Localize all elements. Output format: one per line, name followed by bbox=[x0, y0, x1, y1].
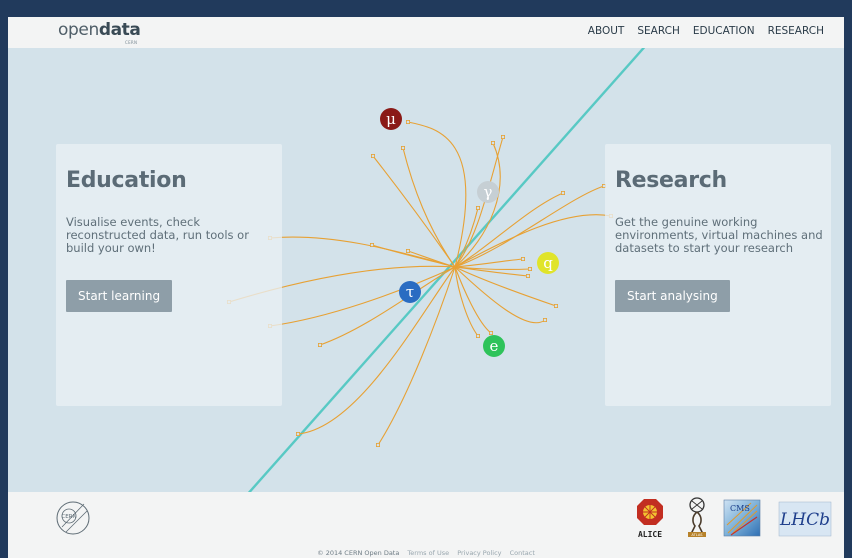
particle-track bbox=[269, 266, 456, 327]
opendata-logo[interactable]: opendata bbox=[58, 20, 141, 40]
top-navigation-bar: opendata CERN ABOUT SEARCH EDUCATION RES… bbox=[8, 17, 844, 48]
particle-marker: γ bbox=[477, 181, 499, 203]
cern-logo-label: CERN bbox=[61, 514, 76, 520]
research-title: Research bbox=[615, 168, 727, 193]
education-description: Visualise events, check reconstructed da… bbox=[66, 215, 249, 255]
cern-logo[interactable]: CERN bbox=[54, 499, 92, 537]
track-endpoint bbox=[561, 190, 566, 195]
logo-light-text: open bbox=[58, 20, 99, 40]
track-endpoint bbox=[405, 120, 410, 125]
alice-logo[interactable]: ALICE bbox=[635, 497, 665, 543]
particle-symbol: μ bbox=[386, 110, 396, 128]
nav-about[interactable]: ABOUT bbox=[588, 25, 625, 37]
footer-copyright-line: © 2014 CERN Open Data Terms of Use Priva… bbox=[8, 549, 844, 557]
particle-marker: e bbox=[483, 335, 505, 357]
particle-symbol: γ bbox=[484, 183, 493, 201]
track-endpoint bbox=[317, 342, 322, 347]
copyright-text: © 2014 CERN Open Data bbox=[317, 549, 400, 557]
research-description: Get the genuine working environments, vi… bbox=[615, 215, 823, 255]
particle-symbol: τ bbox=[406, 283, 414, 301]
track-endpoint bbox=[521, 256, 526, 261]
alice-label: ALICE bbox=[638, 530, 662, 539]
cms-logo[interactable]: CMS bbox=[723, 499, 761, 537]
logo-subtitle: CERN bbox=[125, 40, 138, 45]
track-endpoint bbox=[526, 273, 531, 278]
track-endpoint bbox=[554, 303, 559, 308]
research-panel: Research Get the genuine working environ… bbox=[605, 144, 831, 406]
track-endpoint bbox=[490, 141, 495, 146]
particle-track bbox=[454, 266, 492, 334]
particle-track bbox=[407, 121, 467, 268]
particle-track bbox=[319, 266, 456, 346]
track-endpoint bbox=[475, 205, 480, 210]
particle-track bbox=[454, 266, 546, 324]
track-endpoint bbox=[400, 146, 405, 151]
track-endpoint bbox=[370, 154, 375, 159]
particle-track bbox=[454, 266, 557, 307]
lhcb-logo[interactable]: LHCb bbox=[778, 501, 832, 537]
terms-of-use-link[interactable]: Terms of Use bbox=[407, 549, 449, 557]
particle-symbol: e bbox=[490, 337, 499, 355]
track-endpoint bbox=[405, 248, 410, 253]
nav-research[interactable]: RESEARCH bbox=[768, 25, 824, 37]
hero-section: μ γ q τ e Education Visualise events, check … bbox=[8, 48, 844, 492]
track-endpoint bbox=[500, 135, 505, 140]
page-frame: opendata CERN ABOUT SEARCH EDUCATION RES… bbox=[8, 17, 844, 558]
start-learning-button[interactable]: Start learning bbox=[66, 280, 173, 312]
start-analysing-button[interactable]: Start analysing bbox=[615, 280, 730, 312]
education-panel: Education Visualise events, check recons… bbox=[56, 144, 282, 406]
lhcb-label: LHCb bbox=[779, 510, 830, 530]
main-nav: ABOUT SEARCH EDUCATION RESEARCH bbox=[588, 25, 824, 37]
logo-bold-text: data bbox=[98, 20, 141, 40]
track-endpoint bbox=[475, 333, 480, 338]
particle-track bbox=[402, 147, 456, 268]
particle-track bbox=[269, 236, 456, 268]
track-endpoint bbox=[528, 266, 533, 271]
particle-track bbox=[407, 250, 456, 268]
cms-label: CMS bbox=[730, 504, 750, 513]
contact-link[interactable]: Contact bbox=[510, 549, 535, 557]
education-title: Education bbox=[66, 168, 187, 193]
atlas-logo[interactable]: ATLAS bbox=[683, 496, 711, 538]
particle-tracks bbox=[228, 121, 612, 446]
atlas-label: ATLAS bbox=[691, 533, 703, 537]
particle-marker: τ bbox=[399, 281, 421, 303]
track-endpoint bbox=[369, 242, 374, 247]
track-endpoint bbox=[375, 442, 380, 447]
particle-track bbox=[372, 155, 456, 268]
nav-search[interactable]: SEARCH bbox=[637, 25, 679, 37]
privacy-policy-link[interactable]: Privacy Policy bbox=[457, 549, 501, 557]
beam-line bbox=[247, 48, 646, 492]
particle-marker: q bbox=[537, 252, 559, 274]
track-endpoint bbox=[488, 330, 493, 335]
particle-symbol: q bbox=[543, 254, 553, 272]
particle-marker: μ bbox=[380, 108, 402, 130]
particle-markers: μ γ q τ e bbox=[380, 108, 559, 357]
track-endpoints bbox=[226, 120, 614, 447]
track-endpoint bbox=[543, 317, 548, 322]
nav-education[interactable]: EDUCATION bbox=[693, 25, 755, 37]
track-endpoint bbox=[295, 431, 300, 436]
footer: CERN ALICE ATLAS CMS LHCb © 2014 CERN Op… bbox=[8, 492, 844, 558]
